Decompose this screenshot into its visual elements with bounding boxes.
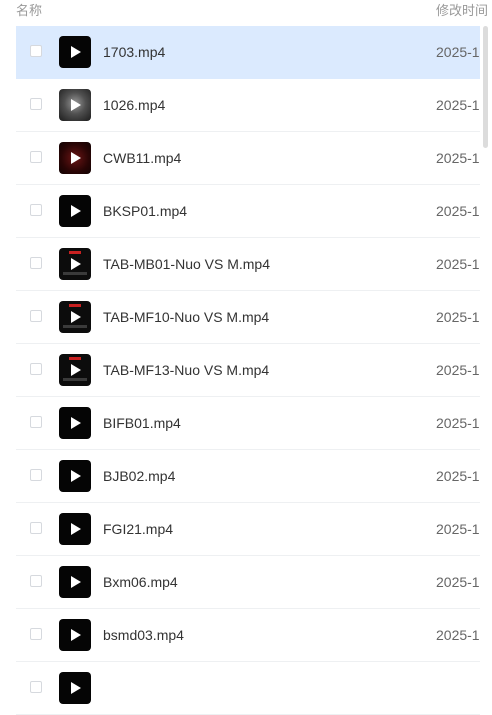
row-checkbox[interactable] xyxy=(30,363,42,375)
file-row[interactable]: Bxm06.mp4 2025-1 xyxy=(16,556,480,609)
modified-time-column-header[interactable]: 修改时间 xyxy=(436,0,488,19)
video-thumbnail[interactable] xyxy=(59,142,91,174)
file-name[interactable]: TAB-MF10-Nuo VS M.mp4 xyxy=(103,309,269,325)
scrollbar-thumb[interactable] xyxy=(483,26,488,148)
play-icon xyxy=(71,523,81,535)
file-name[interactable]: CWB11.mp4 xyxy=(103,150,181,166)
play-icon xyxy=(71,576,81,588)
video-thumbnail[interactable] xyxy=(59,195,91,227)
play-icon xyxy=(71,46,81,58)
file-row[interactable]: BIFB01.mp4 2025-1 xyxy=(16,397,480,450)
file-name[interactable]: FGI21.mp4 xyxy=(103,521,173,537)
file-name[interactable]: 1703.mp4 xyxy=(103,44,165,60)
play-icon xyxy=(71,205,81,217)
vertical-scrollbar[interactable] xyxy=(483,26,488,675)
video-thumbnail[interactable] xyxy=(59,248,91,280)
file-modified-date: 2025-1 xyxy=(436,521,480,537)
play-icon xyxy=(71,629,81,641)
file-modified-date: 2025-1 xyxy=(436,97,480,113)
row-checkbox[interactable] xyxy=(30,575,42,587)
file-name[interactable]: bsmd03.mp4 xyxy=(103,627,184,643)
row-checkbox[interactable] xyxy=(30,151,42,163)
file-modified-date: 2025-1 xyxy=(436,574,480,590)
row-checkbox[interactable] xyxy=(30,469,42,481)
play-icon xyxy=(71,311,81,323)
file-modified-date: 2025-1 xyxy=(436,203,480,219)
file-name[interactable]: BJB02.mp4 xyxy=(103,468,175,484)
row-checkbox[interactable] xyxy=(30,204,42,216)
video-thumbnail[interactable] xyxy=(59,672,91,704)
file-row[interactable]: 1026.mp4 2025-1 xyxy=(16,79,480,132)
video-thumbnail[interactable] xyxy=(59,354,91,386)
file-row[interactable]: FGI21.mp4 2025-1 xyxy=(16,503,480,556)
play-icon xyxy=(71,417,81,429)
file-list-header: 名称 修改时间 xyxy=(0,0,492,24)
file-modified-date: 2025-1 xyxy=(436,309,480,325)
row-checkbox[interactable] xyxy=(30,681,42,693)
play-icon xyxy=(71,258,81,270)
play-icon xyxy=(71,470,81,482)
play-icon xyxy=(71,99,81,111)
file-row[interactable]: TAB-MF13-Nuo VS M.mp4 2025-1 xyxy=(16,344,480,397)
file-row[interactable]: CWB11.mp4 2025-1 xyxy=(16,132,480,185)
video-thumbnail[interactable] xyxy=(59,513,91,545)
video-thumbnail[interactable] xyxy=(59,566,91,598)
name-column-header[interactable]: 名称 xyxy=(16,0,42,19)
file-name[interactable]: 1026.mp4 xyxy=(103,97,165,113)
file-modified-date: 2025-1 xyxy=(436,362,480,378)
file-row[interactable]: BJB02.mp4 2025-1 xyxy=(16,450,480,503)
video-thumbnail[interactable] xyxy=(59,619,91,651)
file-name[interactable]: TAB-MF13-Nuo VS M.mp4 xyxy=(103,362,269,378)
video-thumbnail[interactable] xyxy=(59,301,91,333)
play-icon xyxy=(71,682,81,694)
file-row[interactable]: BKSP01.mp4 2025-1 xyxy=(16,185,480,238)
file-row[interactable]: 1703.mp4 2025-1 xyxy=(16,26,480,79)
file-name[interactable]: Bxm06.mp4 xyxy=(103,574,178,590)
row-checkbox[interactable] xyxy=(30,522,42,534)
file-modified-date: 2025-1 xyxy=(436,415,480,431)
file-row[interactable]: bsmd03.mp4 2025-1 xyxy=(16,609,480,662)
video-thumbnail[interactable] xyxy=(59,460,91,492)
video-thumbnail[interactable] xyxy=(59,407,91,439)
row-checkbox[interactable] xyxy=(30,310,42,322)
row-checkbox[interactable] xyxy=(30,45,42,57)
file-modified-date: 2025-1 xyxy=(436,44,480,60)
row-checkbox[interactable] xyxy=(30,98,42,110)
file-name[interactable]: TAB-MB01-Nuo VS M.mp4 xyxy=(103,256,270,272)
row-checkbox[interactable] xyxy=(30,628,42,640)
file-row[interactable]: TAB-MB01-Nuo VS M.mp4 2025-1 xyxy=(16,238,480,291)
file-modified-date: 2025-1 xyxy=(436,256,480,272)
video-thumbnail[interactable] xyxy=(59,36,91,68)
file-row[interactable]: TAB-MF10-Nuo VS M.mp4 2025-1 xyxy=(16,291,480,344)
file-modified-date: 2025-1 xyxy=(436,150,480,166)
file-row[interactable] xyxy=(16,662,480,715)
row-checkbox[interactable] xyxy=(30,416,42,428)
file-modified-date: 2025-1 xyxy=(436,627,480,643)
play-icon xyxy=(71,152,81,164)
video-thumbnail[interactable] xyxy=(59,89,91,121)
file-list: 1703.mp4 2025-1 1026.mp4 2025-1 CWB11.mp4 202… xyxy=(16,26,480,715)
file-name[interactable]: BKSP01.mp4 xyxy=(103,203,187,219)
row-checkbox[interactable] xyxy=(30,257,42,269)
file-name[interactable]: BIFB01.mp4 xyxy=(103,415,181,431)
file-modified-date: 2025-1 xyxy=(436,468,480,484)
play-icon xyxy=(71,364,81,376)
